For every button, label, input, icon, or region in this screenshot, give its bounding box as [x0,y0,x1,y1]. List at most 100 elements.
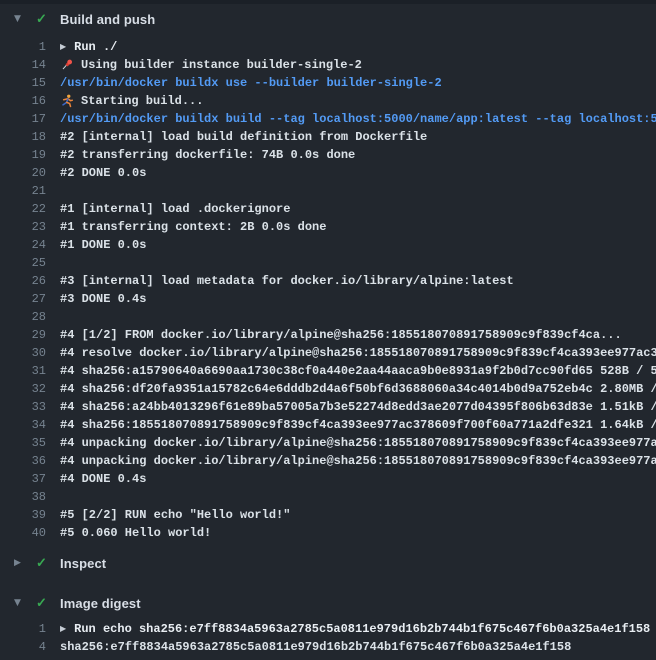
log-text-content: #2 [internal] load build definition from… [60,128,427,146]
line-number[interactable]: 23 [0,218,46,236]
log-line: 14 Using builder instance builder-single-… [0,56,656,74]
log-line: 18 #2 [internal] load build definition fr… [0,128,656,146]
line-number[interactable]: 1 [0,620,46,638]
log-text: ▶ Run ./ [60,38,117,56]
log-text-content: /usr/bin/docker buildx build --tag local… [60,110,656,128]
log-text: #4 DONE 0.4s [60,470,146,488]
log-text: sha256:e7ff8834a5963a2785c5a0811e979d16b… [60,638,571,656]
log-text: #3 DONE 0.4s [60,290,146,308]
log-text: #4 unpacking docker.io/library/alpine@sh… [60,452,656,470]
log-text-content: #4 sha256:185518070891758909c9f839cf4ca3… [60,416,656,434]
log-line: 33#4 sha256:a24bb4013296f61e89ba57005a7b… [0,398,656,416]
line-number[interactable]: 21 [0,182,46,200]
log-text-content: sha256:e7ff8834a5963a2785c5a0811e979d16b… [60,638,571,656]
log-text-content: Run ./ [74,38,117,56]
log-text: Using builder instance builder-single-2 [60,56,362,74]
line-number[interactable]: 18 [0,128,46,146]
log-line: 25 [0,254,656,272]
line-number[interactable]: 38 [0,488,46,506]
line-number[interactable]: 36 [0,452,46,470]
line-number[interactable]: 24 [0,236,46,254]
log-line: 4 sha256:e7ff8834a5963a2785c5a0811e979d16… [0,638,656,656]
log-text-content: #2 transferring dockerfile: 74B 0.0s don… [60,146,355,164]
section-title: Inspect [60,556,106,571]
log-line: 39 #5 [2/2] RUN echo "Hello world!" [0,506,656,524]
log-text-content: #1 [internal] load .dockerignore [60,200,290,218]
line-number[interactable]: 31 [0,362,46,380]
log-line: 40#5 0.060 Hello world! [0,524,656,542]
section-content-build-and-push: 1 ▶ Run ./ 14 Using builder instance builder… [0,34,656,548]
log-line: 19 #2 transferring dockerfile: 74B 0.0s d… [0,146,656,164]
log-text: #4 sha256:a15790640a6690aa1730c38cf0a440… [60,362,656,380]
workflow-log: ▼✓Build and push1▶Run ./14Using builder … [0,4,656,660]
log-text: /usr/bin/docker buildx use --builder bui… [60,74,442,92]
chevron-down-icon: ▼ [14,14,36,24]
line-number[interactable]: 39 [0,506,46,524]
line-number[interactable]: 1 [0,38,46,56]
line-number[interactable]: 4 [0,638,46,656]
log-text: #4 sha256:df20fa9351a15782c64e6dddb2d4a6… [60,380,656,398]
line-number[interactable]: 28 [0,308,46,326]
play-icon[interactable]: ▶ [60,38,66,56]
log-text-content: Starting build... [81,92,203,110]
line-number[interactable]: 26 [0,272,46,290]
log-text-content: #4 sha256:a15790640a6690aa1730c38cf0a440… [60,362,656,380]
log-text: #4 unpacking docker.io/library/alpine@sh… [60,434,656,452]
chevron-right-icon: ▶ [14,558,36,568]
log-text-content: #2 DONE 0.0s [60,164,146,182]
log-line: 27 #3 DONE 0.4s [0,290,656,308]
log-line: 36 #4 unpacking docker.io/library/alpine@… [0,452,656,470]
line-number[interactable]: 35 [0,434,46,452]
section-content-image-digest: 1 ▶Run echo sha256:e7ff8834a5963a2785c5a0… [0,618,656,660]
log-line: 15/usr/bin/docker buildx use --builder b… [0,74,656,92]
log-text-content: #4 unpacking docker.io/library/alpine@sh… [60,434,656,452]
section-header-inspect[interactable]: ▶✓Inspect [0,548,656,578]
pushpin-icon [60,58,74,72]
log-text-content: #4 resolve docker.io/library/alpine@sha2… [60,344,656,362]
line-number[interactable]: 34 [0,416,46,434]
line-number[interactable]: 17 [0,110,46,128]
section-title: Image digest [60,596,141,611]
line-number[interactable]: 27 [0,290,46,308]
line-number[interactable]: 15 [0,74,46,92]
log-text-content: /usr/bin/docker buildx use --builder bui… [60,74,442,92]
play-icon[interactable]: ▶ [60,620,66,638]
log-line: 17/usr/bin/docker buildx build --tag loc… [0,110,656,128]
log-line: 38 [0,488,656,506]
line-number[interactable]: 37 [0,470,46,488]
log-line: 32 #4 sha256:df20fa9351a15782c64e6dddb2d4… [0,380,656,398]
log-text-content: #1 DONE 0.0s [60,236,146,254]
line-number[interactable]: 22 [0,200,46,218]
log-text: #4 resolve docker.io/library/alpine@sha2… [60,344,656,362]
line-number[interactable]: 19 [0,146,46,164]
log-text: #4 sha256:185518070891758909c9f839cf4ca3… [60,416,656,434]
log-text: /usr/bin/docker buildx build --tag local… [60,110,656,128]
log-text-content: Using builder instance builder-single-2 [81,56,362,74]
line-number[interactable]: 30 [0,344,46,362]
line-number[interactable]: 25 [0,254,46,272]
line-number[interactable]: 40 [0,524,46,542]
log-line: 28 [0,308,656,326]
line-number[interactable]: 29 [0,326,46,344]
line-number[interactable]: 32 [0,380,46,398]
log-text: #2 DONE 0.0s [60,164,146,182]
section-title: Build and push [60,12,155,27]
check-icon: ✓ [36,595,60,611]
log-text-content: #3 [internal] load metadata for docker.i… [60,272,514,290]
section-header-build-and-push[interactable]: ▼✓Build and push [0,4,656,34]
line-number[interactable]: 20 [0,164,46,182]
log-text: #5 [2/2] RUN echo "Hello world!" [60,506,290,524]
log-line: 34 #4 sha256:185518070891758909c9f839cf4c… [0,416,656,434]
log-text-content: #4 DONE 0.4s [60,470,146,488]
section-header-image-digest[interactable]: ▼✓Image digest [0,588,656,618]
log-line: 22 #1 [internal] load .dockerignore [0,200,656,218]
line-number[interactable]: 16 [0,92,46,110]
log-text: #2 transferring dockerfile: 74B 0.0s don… [60,146,355,164]
check-icon: ✓ [36,11,60,27]
log-line: 30 #4 resolve docker.io/library/alpine@sh… [0,344,656,362]
line-number[interactable]: 14 [0,56,46,74]
log-text-content: #4 [1/2] FROM docker.io/library/alpine@s… [60,326,622,344]
chevron-down-icon: ▼ [14,598,36,608]
line-number[interactable]: 33 [0,398,46,416]
log-text: ▶Run echo sha256:e7ff8834a5963a2785c5a08… [60,620,650,638]
